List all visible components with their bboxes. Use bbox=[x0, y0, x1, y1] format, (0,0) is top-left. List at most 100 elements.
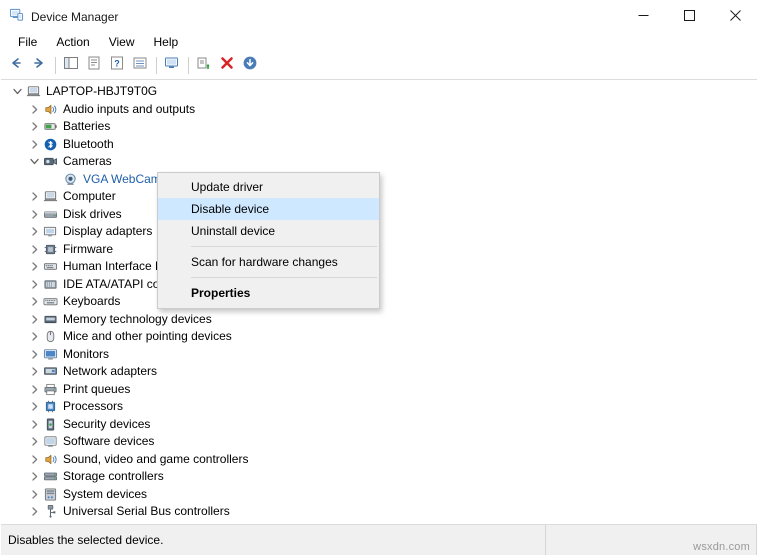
chevron-right-icon[interactable] bbox=[26, 241, 42, 258]
chevron-right-icon[interactable] bbox=[26, 416, 42, 433]
tree-item-monitors[interactable]: Monitors bbox=[1, 346, 757, 364]
chevron-down-icon[interactable] bbox=[9, 83, 25, 100]
status-message: Disables the selected device. bbox=[1, 525, 546, 555]
update-driver-button[interactable] bbox=[193, 55, 215, 76]
chevron-right-icon[interactable] bbox=[26, 328, 42, 345]
chevron-right-icon[interactable] bbox=[26, 188, 42, 205]
chevron-right-icon[interactable] bbox=[26, 258, 42, 275]
context-update-driver[interactable]: Update driver bbox=[158, 176, 379, 198]
down-arrow-circle-icon bbox=[242, 55, 258, 76]
menu-view[interactable]: View bbox=[100, 33, 144, 51]
console-tree-icon bbox=[63, 55, 79, 76]
tree-item-security-devices[interactable]: Security devices bbox=[1, 416, 757, 434]
tree-item-audio-inputs-and-outputs[interactable]: Audio inputs and outputs bbox=[1, 101, 757, 119]
context-menu[interactable]: Update driver Disable device Uninstall d… bbox=[157, 172, 380, 309]
minimize-button[interactable] bbox=[620, 0, 666, 31]
tree-item-label: Universal Serial Bus controllers bbox=[63, 504, 230, 519]
back-button[interactable] bbox=[5, 55, 27, 76]
chevron-right-icon[interactable] bbox=[26, 451, 42, 468]
chevron-down-icon[interactable] bbox=[26, 153, 42, 170]
tree-item-processors[interactable]: Processors bbox=[1, 398, 757, 416]
device-manager-window: Device Manager File Action View Help ? L… bbox=[0, 0, 758, 556]
forward-arrow-icon bbox=[31, 55, 47, 76]
chevron-right-icon[interactable] bbox=[26, 363, 42, 380]
tree-item-network-adapters[interactable]: Network adapters bbox=[1, 363, 757, 381]
context-uninstall-device[interactable]: Uninstall device bbox=[158, 220, 379, 242]
tree-item-universal-serial-bus-controllers[interactable]: Universal Serial Bus controllers bbox=[1, 503, 757, 521]
webcam-device-icon bbox=[62, 171, 79, 188]
view-button[interactable] bbox=[129, 55, 151, 76]
context-disable-device[interactable]: Disable device bbox=[158, 198, 379, 220]
properties-button[interactable] bbox=[83, 55, 105, 76]
context-menu-separator-1 bbox=[191, 246, 377, 247]
menu-file[interactable]: File bbox=[9, 33, 46, 51]
device-manager-icon bbox=[9, 7, 24, 27]
chevron-right-icon[interactable] bbox=[26, 503, 42, 520]
chevron-right-icon[interactable] bbox=[26, 276, 42, 293]
printer-icon bbox=[42, 381, 59, 398]
tree-item-label: Disk drives bbox=[63, 206, 122, 221]
toolbar-separator-3 bbox=[188, 57, 189, 74]
context-properties[interactable]: Properties bbox=[158, 282, 379, 304]
tree-item-software-devices[interactable]: Software devices bbox=[1, 433, 757, 451]
bluetooth-icon bbox=[42, 136, 59, 153]
tree-item-sound-video-and-game-controllers[interactable]: Sound, video and game controllers bbox=[1, 451, 757, 469]
firmware-icon bbox=[42, 241, 59, 258]
title-bar-left: Device Manager bbox=[9, 7, 118, 27]
uninstall-device-button[interactable] bbox=[216, 55, 238, 76]
tree-item-bluetooth[interactable]: Bluetooth bbox=[1, 136, 757, 154]
tree-item-mice-and-other-pointing-devices[interactable]: Mice and other pointing devices bbox=[1, 328, 757, 346]
security-chip-icon bbox=[42, 416, 59, 433]
red-x-icon bbox=[219, 55, 235, 76]
chevron-right-icon[interactable] bbox=[26, 398, 42, 415]
chevron-right-icon[interactable] bbox=[26, 136, 42, 153]
chevron-right-icon[interactable] bbox=[26, 433, 42, 450]
tree-item-cameras[interactable]: Cameras bbox=[1, 153, 757, 171]
show-hide-console-tree-button[interactable] bbox=[60, 55, 82, 76]
forward-button[interactable] bbox=[28, 55, 50, 76]
toolbar-separator-2 bbox=[156, 57, 157, 74]
chevron-right-icon[interactable] bbox=[26, 118, 42, 135]
network-adapter-icon bbox=[42, 363, 59, 380]
storage-controller-icon bbox=[42, 468, 59, 485]
watermark: wsxdn.com bbox=[693, 541, 750, 553]
chevron-right-icon[interactable] bbox=[26, 206, 42, 223]
tree-item-memory-technology-devices[interactable]: Memory technology devices bbox=[1, 311, 757, 329]
tree-item-label: System devices bbox=[63, 486, 148, 501]
speaker-icon bbox=[42, 101, 59, 118]
tree-item-label: Mice and other pointing devices bbox=[63, 329, 232, 344]
chevron-right-icon[interactable] bbox=[26, 293, 42, 310]
processor-icon bbox=[42, 398, 59, 415]
close-button[interactable] bbox=[712, 0, 758, 31]
scan-hardware-changes-button[interactable] bbox=[161, 55, 183, 76]
tree-item-label: Monitors bbox=[63, 346, 110, 361]
chevron-right-icon[interactable] bbox=[26, 311, 42, 328]
window-controls bbox=[620, 0, 758, 31]
chevron-right-icon[interactable] bbox=[26, 468, 42, 485]
chevron-right-icon[interactable] bbox=[26, 381, 42, 398]
chevron-right-icon[interactable] bbox=[26, 101, 42, 118]
monitor-scan-icon bbox=[164, 55, 180, 76]
tree-item-batteries[interactable]: Batteries bbox=[1, 118, 757, 136]
tree-root-row[interactable]: LAPTOP-HBJT9T0G bbox=[1, 83, 757, 101]
tree-item-storage-controllers[interactable]: Storage controllers bbox=[1, 468, 757, 486]
disable-device-button[interactable] bbox=[239, 55, 261, 76]
tool-bar: ? bbox=[0, 53, 758, 78]
tree-item-label: Display adapters bbox=[63, 224, 153, 239]
help-button[interactable]: ? bbox=[106, 55, 128, 76]
tree-item-label: Batteries bbox=[63, 119, 111, 134]
view-list-icon bbox=[132, 55, 148, 76]
tree-item-print-queues[interactable]: Print queues bbox=[1, 381, 757, 399]
tree-item-system-devices[interactable]: System devices bbox=[1, 486, 757, 504]
maximize-button[interactable] bbox=[666, 0, 712, 31]
menu-bar: File Action View Help bbox=[0, 31, 758, 53]
chevron-right-icon[interactable] bbox=[26, 486, 42, 503]
chevron-right-icon[interactable] bbox=[26, 346, 42, 363]
context-scan-hardware-changes[interactable]: Scan for hardware changes bbox=[158, 251, 379, 273]
tree-item-label: Storage controllers bbox=[63, 469, 164, 484]
menu-action[interactable]: Action bbox=[47, 33, 98, 51]
memory-icon bbox=[42, 311, 59, 328]
menu-help[interactable]: Help bbox=[145, 33, 188, 51]
chevron-right-icon[interactable] bbox=[26, 223, 42, 240]
